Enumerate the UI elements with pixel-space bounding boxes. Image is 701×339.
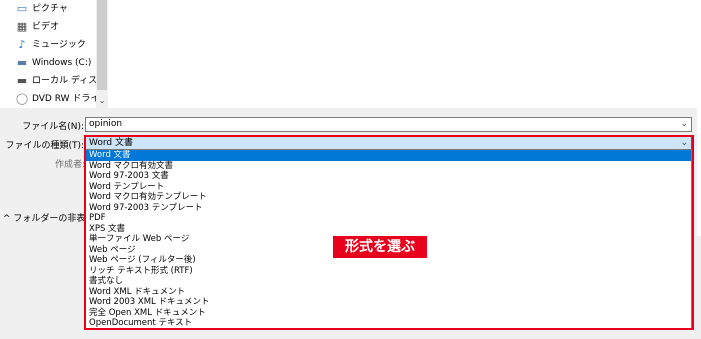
- nav-item[interactable]: ▬ Windows (C:): [0, 55, 96, 71]
- nav-item[interactable]: ▦ ビデオ: [0, 19, 96, 35]
- filetype-option[interactable]: PDF: [86, 213, 691, 224]
- filetype-option[interactable]: Word XML ドキュメント: [86, 287, 691, 298]
- nav-item-label: ピクチャ: [32, 4, 68, 14]
- music-icon: ♪: [18, 38, 26, 51]
- filetype-option[interactable]: Word 97-2003 文書: [86, 171, 691, 182]
- filetype-option[interactable]: OpenDocument テキスト: [86, 318, 691, 328]
- file-list-area[interactable]: [108, 0, 698, 108]
- filename-input[interactable]: opinion ⌄: [85, 117, 692, 132]
- filetype-label: ファイルの種類(T):: [5, 141, 84, 151]
- nav-scroll-thumb[interactable]: [97, 0, 107, 90]
- dialog-edge: [697, 0, 701, 236]
- filename-label: ファイル名(N):: [22, 122, 84, 132]
- filetype-option[interactable]: Word 文書: [86, 150, 691, 161]
- filetype-option[interactable]: Word 97-2003 テンプレート: [86, 203, 691, 214]
- nav-item-label: DVD RW ドライブ (: [32, 94, 96, 104]
- nav-item-label: ミュージック: [32, 40, 86, 50]
- filetype-option[interactable]: 完全 Open XML ドキュメント: [86, 308, 691, 319]
- filetype-option[interactable]: Word テンプレート: [86, 182, 691, 193]
- nav-item[interactable]: ▬ ローカル ディスク (D: [0, 73, 96, 89]
- video-icon: ▦: [16, 20, 28, 33]
- filetype-option[interactable]: 書式なし: [86, 276, 691, 287]
- filetype-option[interactable]: リッチ テキスト形式 (RTF): [86, 266, 691, 277]
- chevron-down-icon[interactable]: ⌄: [680, 118, 688, 131]
- nav-scroll-down-icon[interactable]: ⌄: [96, 96, 108, 106]
- nav-item-label: Windows (C:): [32, 58, 92, 68]
- filetype-option[interactable]: Word マクロ有効文書: [86, 161, 691, 172]
- annotation-label: 形式を選ぶ: [333, 236, 427, 258]
- pictures-icon: ▭: [16, 2, 28, 15]
- filetype-option[interactable]: XPS 文書: [86, 224, 691, 235]
- navigation-pane: ▭ ピクチャ ▦ ビデオ ♪ ミュージック ▬ Windows (C:) ▬ ローカル ディスク …: [0, 0, 96, 108]
- chevron-down-icon[interactable]: ⌄: [680, 137, 688, 149]
- filetype-select[interactable]: Word 文書 ⌄: [85, 136, 692, 150]
- filetype-option[interactable]: Word 2003 XML ドキュメント: [86, 297, 691, 308]
- author-label: 作成者:: [55, 160, 86, 170]
- filetype-value: Word 文書: [89, 138, 133, 148]
- nav-item[interactable]: ▭ ピクチャ: [0, 1, 96, 17]
- filename-value: opinion: [89, 119, 123, 129]
- disk-icon: ▬: [16, 74, 28, 87]
- hide-folders-button[interactable]: ^ フォルダーの非表示: [3, 211, 94, 224]
- nav-item-label: ビデオ: [32, 22, 60, 32]
- nav-item-label: ローカル ディスク (D: [32, 76, 96, 86]
- filetype-option[interactable]: Word マクロ有効テンプレート: [86, 192, 691, 203]
- nav-item[interactable]: ♪ ミュージック: [0, 37, 96, 53]
- nav-item[interactable]: ◯DVD RW ドライブ (: [0, 91, 96, 107]
- drive-icon: ▬: [16, 56, 28, 69]
- dvd-icon: ◯: [15, 92, 29, 105]
